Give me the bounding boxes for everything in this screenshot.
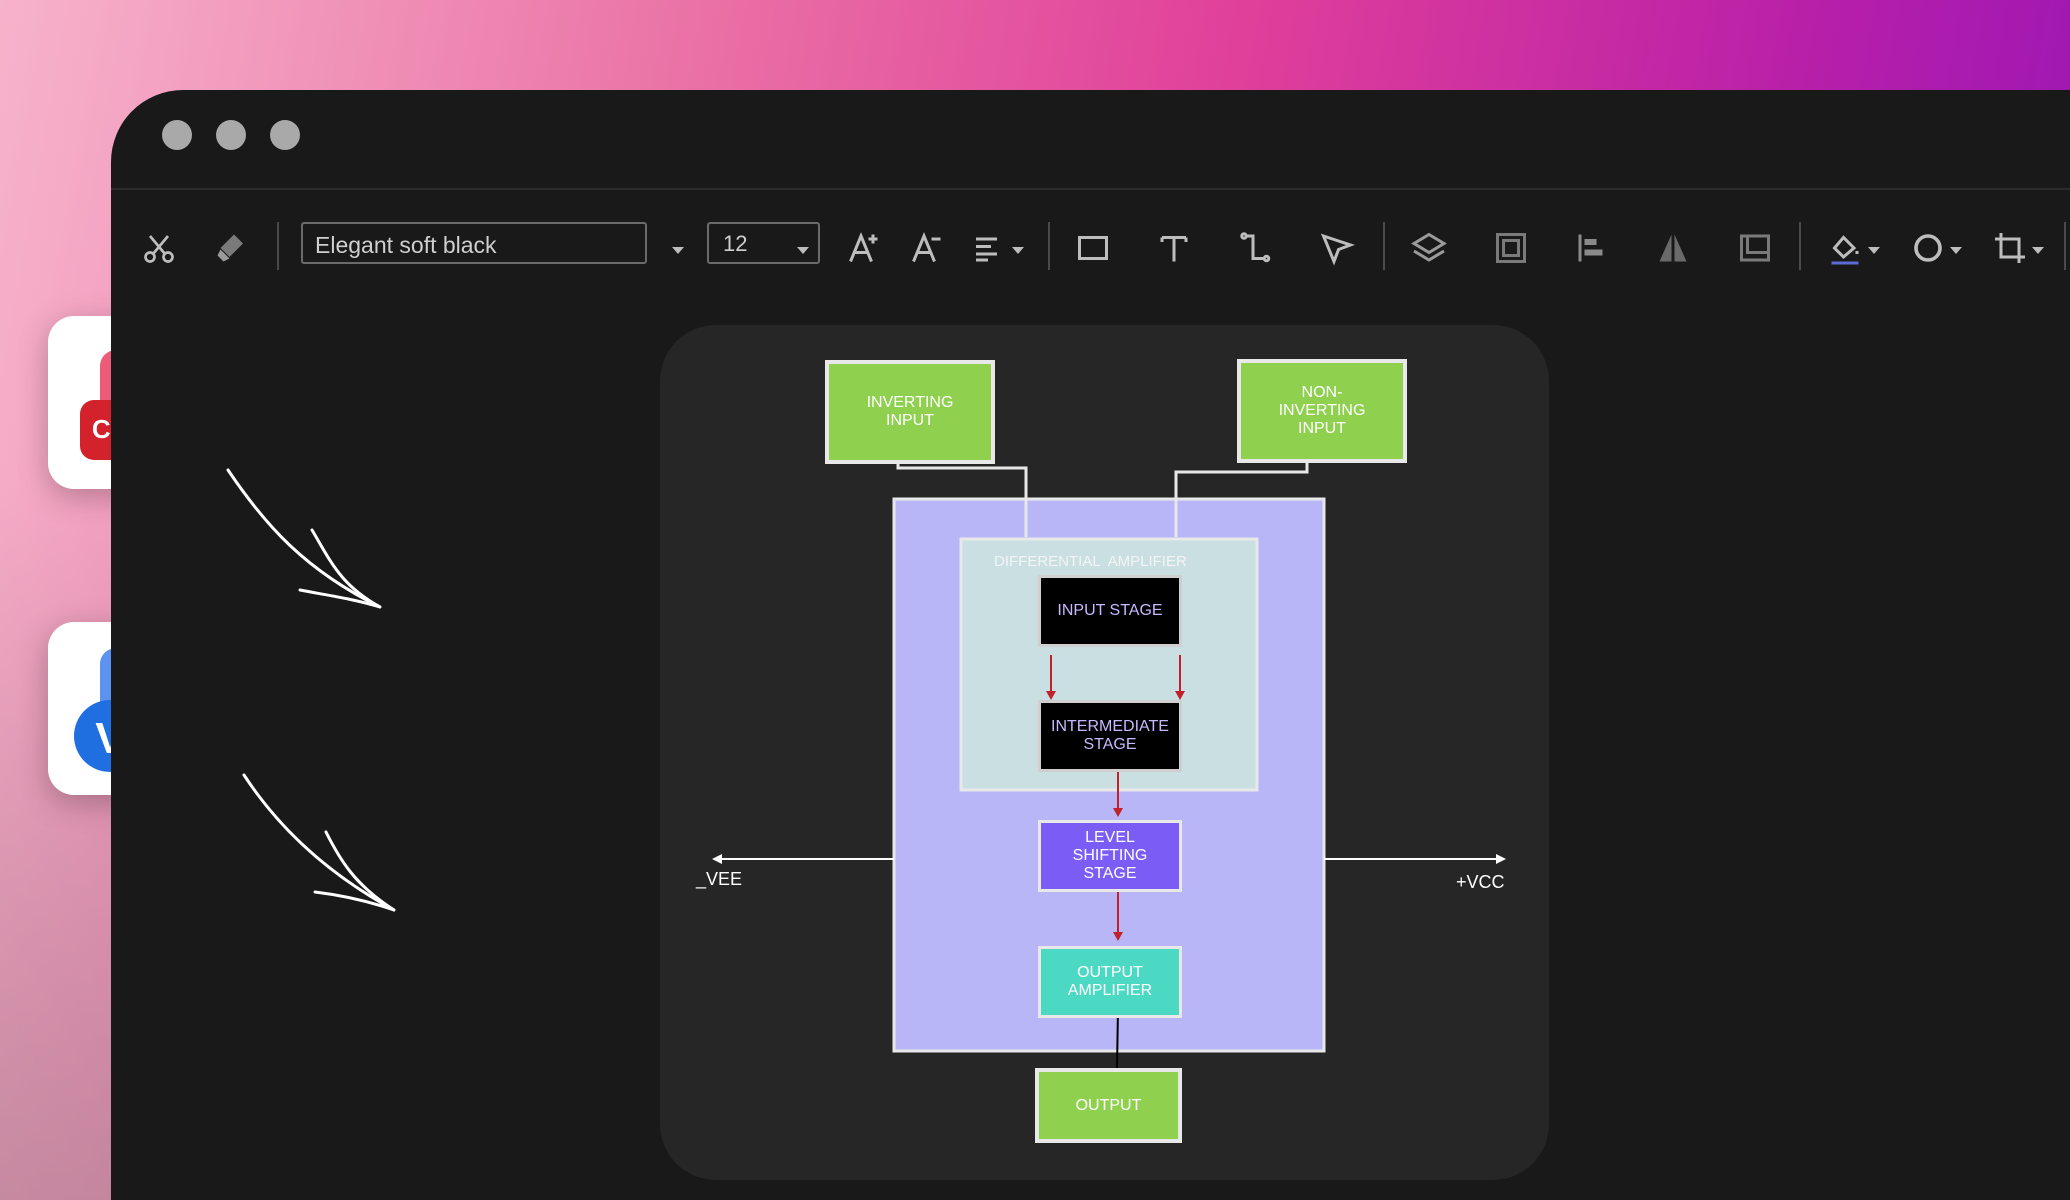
pointer-tool-icon[interactable] <box>1317 228 1357 268</box>
window-close-button[interactable] <box>162 120 192 150</box>
fill-dropdown-caret-icon[interactable] <box>1868 247 1880 254</box>
differential-amplifier-label: DIFFERENTIAL AMPLIFIER <box>994 553 1187 570</box>
text-align-icon[interactable] <box>971 228 1011 268</box>
toolbar-separator <box>1799 222 1801 270</box>
crop-icon[interactable] <box>1990 228 2030 268</box>
output-amplifier-node[interactable]: OUTPUT AMPLIFIER <box>1038 946 1182 1018</box>
increase-font-icon[interactable] <box>844 228 884 268</box>
scissors-icon[interactable] <box>139 228 179 268</box>
text-tool-icon[interactable] <box>1154 228 1194 268</box>
level-shifting-stage-node[interactable]: LEVEL SHIFTING STAGE <box>1038 820 1182 892</box>
toolbar-separator <box>277 222 279 270</box>
shape-dropdown-caret-icon[interactable] <box>1950 247 1962 254</box>
fill-color-icon[interactable] <box>1825 228 1865 268</box>
layers-icon[interactable] <box>1409 228 1449 268</box>
toolbar-separator <box>1383 222 1385 270</box>
inverting-input-node[interactable]: INVERTING INPUT <box>825 360 995 464</box>
font-dropdown-caret-icon[interactable] <box>672 247 684 254</box>
vee-label: _VEE <box>696 869 743 889</box>
toolbar-separator <box>1048 222 1050 270</box>
crop-dropdown-caret-icon[interactable] <box>2032 247 2044 254</box>
shape-icon[interactable] <box>1908 228 1948 268</box>
editor-window: Elegant soft black 12 INVERTING INPUT NO… <box>111 90 2070 1200</box>
font-family-select[interactable]: Elegant soft black <box>301 222 647 264</box>
align-dropdown-caret-icon[interactable] <box>1012 247 1024 254</box>
input-stage-node[interactable]: INPUT STAGE <box>1038 575 1182 647</box>
font-size-select[interactable]: 12 <box>707 222 820 264</box>
rectangle-tool-icon[interactable] <box>1073 228 1113 268</box>
format-painter-icon[interactable] <box>211 228 251 268</box>
group-icon[interactable] <box>1491 228 1531 268</box>
window-maximize-button[interactable] <box>270 120 300 150</box>
intermediate-stage-node[interactable]: INTERMEDIATE STAGE <box>1038 700 1182 772</box>
align-left-icon[interactable] <box>1572 228 1612 268</box>
flip-icon[interactable] <box>1653 228 1693 268</box>
connector-tool-icon[interactable] <box>1236 228 1276 268</box>
toolbar-separator <box>2064 222 2066 270</box>
diagram-canvas[interactable]: INVERTING INPUT NON-INVERTING INPUT DIFF… <box>660 325 1549 1180</box>
window-minimize-button[interactable] <box>216 120 246 150</box>
decrease-font-icon[interactable] <box>907 228 947 268</box>
vcc-label: +VCC <box>1456 872 1505 892</box>
output-node[interactable]: OUTPUT <box>1035 1068 1182 1143</box>
title-bar <box>111 90 2070 190</box>
non-inverting-input-node[interactable]: NON-INVERTING INPUT <box>1237 359 1407 463</box>
frame-icon[interactable] <box>1735 228 1775 268</box>
